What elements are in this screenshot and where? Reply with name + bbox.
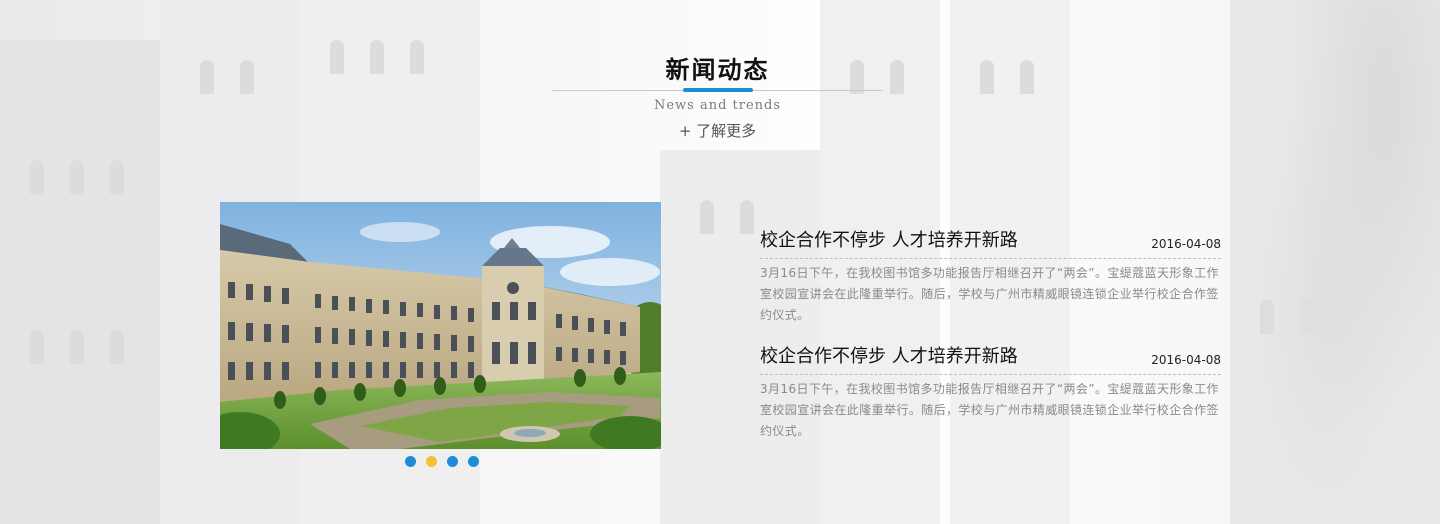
section-title: 新闻动态 xyxy=(665,56,770,84)
news-title-link[interactable]: 校企合作不停步 人才培养开新路 xyxy=(760,230,1018,251)
news-carousel-image[interactable] xyxy=(220,202,661,449)
news-date: 2016-04-08 xyxy=(1151,237,1221,251)
section-subtitle: News and trends xyxy=(653,98,782,113)
news-item: 校企合作不停步 人才培养开新路 2016-04-08 3月16日下午，在我校图书… xyxy=(760,228,1221,326)
palace-photo xyxy=(220,202,661,449)
news-item: 校企合作不停步 人才培养开新路 2016-04-08 3月16日下午，在我校图书… xyxy=(760,344,1221,442)
carousel-dot-3[interactable] xyxy=(447,456,458,467)
title-accent-bar xyxy=(683,88,753,92)
news-title-link[interactable]: 校企合作不停步 人才培养开新路 xyxy=(760,346,1018,367)
news-date: 2016-04-08 xyxy=(1151,353,1221,367)
carousel-dot-2[interactable] xyxy=(426,456,437,467)
carousel-pagination xyxy=(405,456,479,468)
section-header: 新闻动态 News and trends + 了解更多 xyxy=(552,52,883,152)
carousel-dot-1[interactable] xyxy=(405,456,416,467)
news-divider xyxy=(760,258,1221,259)
news-summary: 3月16日下午，在我校图书馆多功能报告厅相继召开了“两会”。宝缇蔻蓝天形象工作室… xyxy=(760,382,1219,438)
news-divider xyxy=(760,374,1221,375)
learn-more-link[interactable]: + 了解更多 xyxy=(552,120,883,141)
carousel-dot-4[interactable] xyxy=(468,456,479,467)
news-summary: 3月16日下午，在我校图书馆多功能报告厅相继召开了“两会”。宝缇蔻蓝天形象工作室… xyxy=(760,266,1219,322)
